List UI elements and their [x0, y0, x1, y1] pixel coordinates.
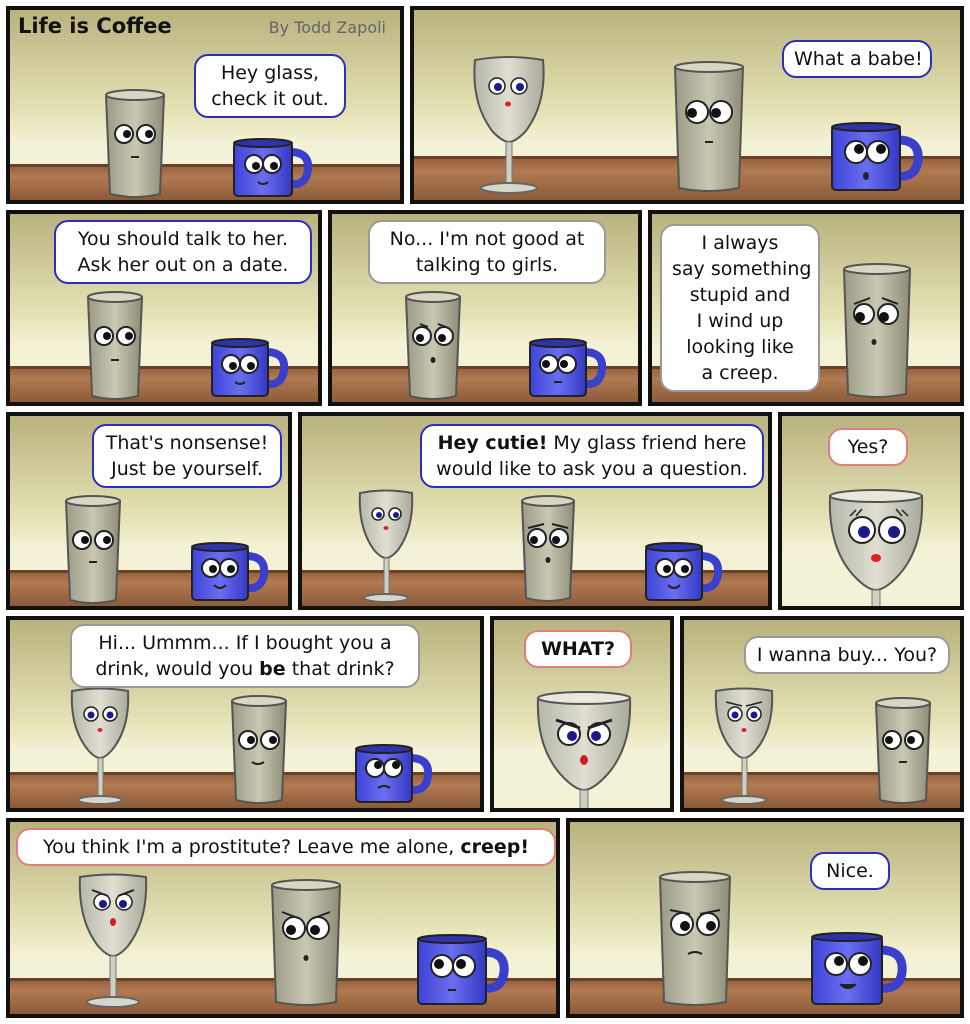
speech-bubble: What a babe!	[782, 40, 932, 78]
speech-bubble: Hey cutie! My glass friend here would li…	[420, 424, 764, 488]
glass-character	[86, 291, 144, 400]
wine-glass-character	[358, 489, 414, 603]
glass-character	[520, 495, 576, 602]
mug-character	[811, 932, 907, 1005]
panel-10: WHAT?	[490, 616, 674, 812]
panel-1: Life is Coffee By Todd Zapoli Hey glass,…	[6, 6, 404, 204]
speech-bubble: You should talk to her. Ask her out on a …	[54, 220, 312, 284]
panel-2: What a babe!	[410, 6, 964, 204]
speech-bubble: Hey glass, check it out.	[194, 54, 346, 118]
mug-character	[355, 744, 433, 803]
wine-glass-character	[828, 489, 924, 606]
mug-character	[233, 138, 313, 197]
panel-3: You should talk to her. Ask her out on a …	[6, 210, 322, 406]
panel-4: No... I'm not good at talking to girls.	[328, 210, 642, 406]
speech-bubble: That's nonsense! Just be yourself.	[92, 424, 282, 488]
mug-character	[191, 542, 269, 601]
glass-character	[658, 871, 732, 1006]
panel-7: Hey cutie! My glass friend here would li…	[298, 412, 772, 610]
comic-byline: By Todd Zapoli	[268, 18, 386, 37]
glass-character	[230, 695, 288, 804]
glass-character	[874, 697, 932, 804]
glass-character	[64, 495, 122, 604]
speech-bubble: I wanna buy... You?	[744, 636, 950, 674]
table-surface	[10, 164, 400, 200]
glass-character	[270, 879, 342, 1006]
speech-bubble: Hi... Ummm... If I bought you a drink, w…	[70, 624, 420, 688]
panel-12: You think I'm a prostitute? Leave me alo…	[6, 818, 560, 1018]
wine-glass-character	[536, 691, 632, 808]
mug-character	[211, 338, 289, 397]
panel-6: That's nonsense! Just be yourself.	[6, 412, 292, 610]
wine-glass-character	[714, 687, 774, 805]
glass-character	[673, 61, 745, 192]
panel-11: I wanna buy... You?	[680, 616, 964, 812]
wine-glass-character	[78, 873, 148, 1008]
speech-bubble: You think I'm a prostitute? Leave me alo…	[16, 828, 556, 866]
glass-character	[842, 263, 912, 398]
speech-bubble: I always say something stupid and I wind u…	[660, 224, 820, 392]
mug-character	[645, 542, 723, 601]
panel-5: I always say something stupid and I wind u…	[648, 210, 964, 406]
comic-title: Life is Coffee	[18, 14, 172, 38]
wine-glass-character	[473, 56, 545, 194]
glass-character	[404, 291, 462, 400]
panel-8: Yes?	[778, 412, 964, 610]
mug-character	[417, 934, 509, 1005]
wine-glass-character	[70, 687, 130, 805]
speech-bubble: No... I'm not good at talking to girls.	[368, 220, 606, 284]
mug-character	[831, 122, 923, 191]
mug-character	[529, 338, 607, 397]
glass-character	[104, 89, 166, 198]
panel-13: Nice.	[566, 818, 964, 1018]
panel-9: Hi... Ummm... If I bought you a drink, w…	[6, 616, 484, 812]
